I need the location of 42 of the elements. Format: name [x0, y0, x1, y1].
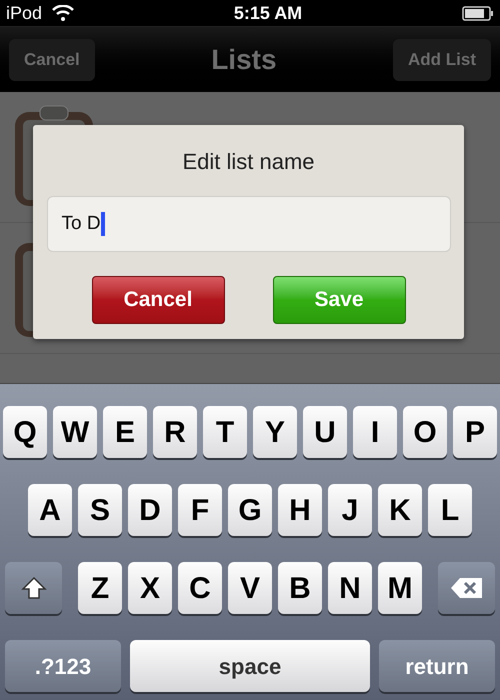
nav-title: Lists [211, 42, 277, 76]
time-label: 5:15 AM [234, 2, 302, 24]
delete-key[interactable] [438, 562, 495, 614]
key[interactable]: N [328, 562, 372, 614]
key[interactable]: W [53, 406, 97, 458]
key[interactable]: Z [78, 562, 122, 614]
return-key[interactable]: return [379, 640, 495, 692]
key[interactable]: X [128, 562, 172, 614]
key[interactable]: E [103, 406, 147, 458]
key[interactable]: G [228, 484, 272, 536]
space-key[interactable]: space [130, 640, 370, 692]
wifi-icon [52, 5, 74, 21]
key[interactable]: J [328, 484, 372, 536]
key[interactable]: Y [253, 406, 297, 458]
cancel-button[interactable]: Cancel [92, 276, 224, 324]
key[interactable]: C [178, 562, 222, 614]
name-field[interactable]: To D [46, 196, 450, 252]
carrier-label: iPod [6, 2, 42, 24]
key[interactable]: Q [3, 406, 47, 458]
key[interactable]: R [153, 406, 197, 458]
key[interactable]: M [378, 562, 422, 614]
field-value: To D [62, 212, 101, 236]
dialog-title: Edit list name [182, 148, 315, 176]
key[interactable]: K [378, 484, 422, 536]
battery-icon [462, 6, 494, 20]
key[interactable]: U [303, 406, 347, 458]
key[interactable]: F [178, 484, 222, 536]
key[interactable]: H [278, 484, 322, 536]
key[interactable]: A [28, 484, 72, 536]
key[interactable]: T [203, 406, 247, 458]
key[interactable]: D [128, 484, 172, 536]
key[interactable]: V [228, 562, 272, 614]
key[interactable]: P [453, 406, 497, 458]
shift-icon [20, 576, 46, 600]
key[interactable]: B [278, 562, 322, 614]
key[interactable]: S [78, 484, 122, 536]
shift-key[interactable] [5, 562, 62, 614]
backspace-icon [450, 577, 484, 599]
key[interactable]: I [353, 406, 397, 458]
mode-key[interactable]: .?123 [5, 640, 121, 692]
key[interactable]: O [403, 406, 447, 458]
key[interactable]: L [428, 484, 472, 536]
